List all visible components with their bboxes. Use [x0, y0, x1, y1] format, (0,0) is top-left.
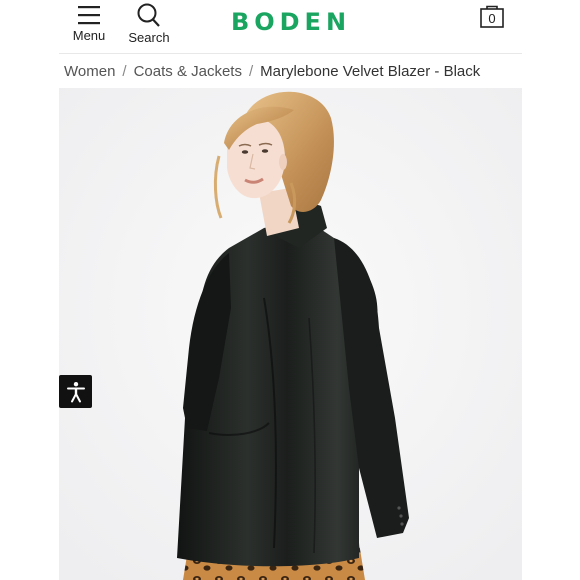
accessibility-icon [66, 381, 85, 402]
site-header: Menu Search BODEN 0 [59, 0, 522, 54]
product-page: Menu Search BODEN 0 Women / Coats & Jack… [0, 0, 580, 580]
boden-logo[interactable]: BODEN [223, 8, 359, 36]
search-icon [137, 3, 160, 27]
menu-button[interactable]: Menu [69, 0, 109, 53]
model-photo [59, 88, 522, 580]
breadcrumb: Women / Coats & Jackets / Marylebone Vel… [64, 54, 480, 88]
mobile-viewport: Menu Search BODEN 0 Women / Coats & Jack… [59, 0, 522, 580]
menu-label: Menu [72, 28, 106, 43]
left-margin [0, 0, 59, 580]
right-margin [522, 0, 580, 580]
breadcrumb-coats-jackets[interactable]: Coats & Jackets [134, 63, 242, 80]
search-label: Search [128, 30, 170, 45]
hamburger-icon [78, 6, 100, 25]
search-button[interactable]: Search [127, 0, 171, 53]
bag-count: 0 [488, 11, 496, 26]
breadcrumb-separator: / [248, 62, 254, 80]
product-image[interactable] [59, 88, 522, 580]
breadcrumb-separator: / [122, 62, 127, 80]
breadcrumb-current: Marylebone Velvet Blazer - Black [260, 62, 481, 80]
accessibility-button[interactable] [59, 375, 92, 408]
shopping-bag-button[interactable]: 0 [479, 3, 505, 29]
breadcrumb-women[interactable]: Women [64, 63, 115, 80]
